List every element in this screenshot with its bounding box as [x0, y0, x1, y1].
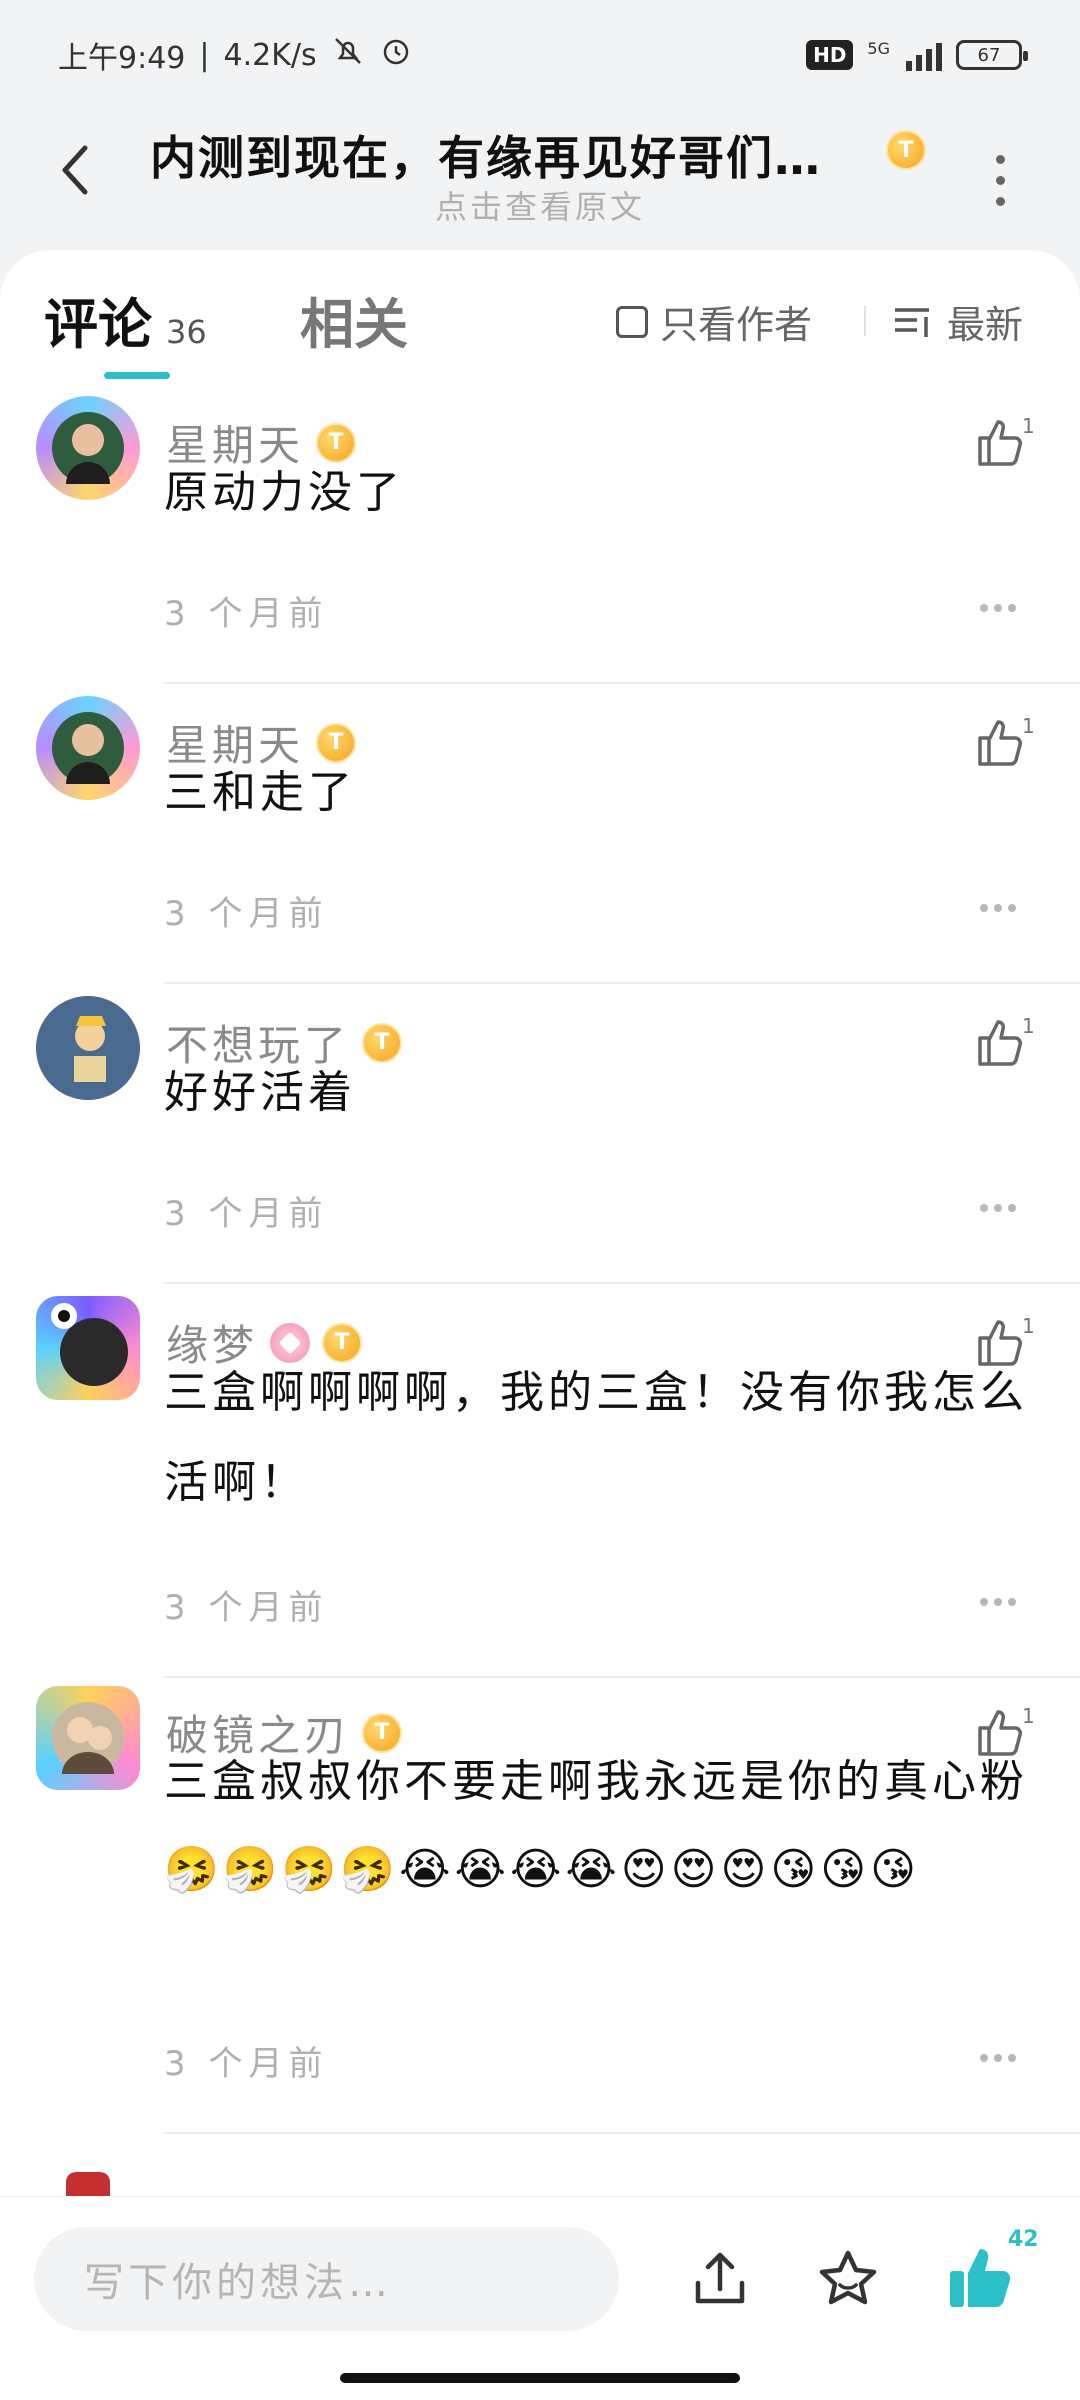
- comment-more-button[interactable]: [980, 1598, 1016, 1606]
- comment-like-count: 1: [1022, 1014, 1035, 1038]
- page-title: 内测到现在，有缘再见好哥们…: [150, 131, 822, 185]
- comment-card: 评论 36 相关 只看作者 最新 星期天 T 1 原动力没了 3 个月前 星期天…: [0, 250, 1080, 2200]
- net-speed: 4.2K/s: [223, 37, 317, 73]
- avatar[interactable]: [36, 996, 140, 1100]
- comment-time: 3 个月前: [164, 894, 329, 934]
- comment-item: 星期天 T 1 三和走了 3 个月前: [0, 696, 1080, 996]
- mute-icon: [331, 34, 365, 76]
- comment-more-button[interactable]: [980, 604, 1016, 612]
- header: 内测到现在，有缘再见好哥们… T 点击查看原文: [0, 110, 1080, 250]
- comment-like-count: 1: [1022, 414, 1035, 438]
- more-options-button[interactable]: [980, 150, 1020, 210]
- bottom-bar: 写下你的想法… 42: [0, 2196, 1080, 2400]
- sort-button[interactable]: 最新: [893, 294, 1023, 349]
- home-indicator[interactable]: [340, 2373, 740, 2383]
- comment-text: 原动力没了: [164, 467, 404, 518]
- comment-input[interactable]: 写下你的想法…: [34, 2227, 619, 2331]
- tab-comments[interactable]: 评论 36: [44, 280, 207, 359]
- avatar[interactable]: [36, 1686, 140, 1790]
- share-icon: [695, 2252, 745, 2304]
- share-button[interactable]: [688, 2247, 752, 2311]
- comment-divider: [164, 2132, 1080, 2134]
- battery-icon: 67: [956, 40, 1028, 70]
- tab-divider: [864, 306, 866, 336]
- author-only-checkbox[interactable]: [616, 305, 648, 338]
- tab-bar: 评论 36 相关 只看作者 最新: [0, 250, 1080, 380]
- comment-more-button[interactable]: [980, 904, 1016, 912]
- comment-time: 3 个月前: [164, 594, 329, 634]
- comment-item: 缘梦 T 1 三盒啊啊啊啊，我的三盒！没有你我怎么活啊！ 3 个月前: [0, 1296, 1080, 1686]
- author-badge-icon: T: [886, 130, 926, 170]
- comment-divider: [164, 682, 1080, 684]
- favorite-button[interactable]: [816, 2247, 880, 2311]
- avatar[interactable]: [36, 396, 140, 500]
- comment-like-count: 1: [1022, 1314, 1035, 1338]
- avatar[interactable]: [36, 1296, 140, 1400]
- comment-item: 星期天 T 1 原动力没了 3 个月前: [0, 396, 1080, 696]
- comment-time: 3 个月前: [164, 1588, 329, 1628]
- comment-text: 三和走了: [164, 767, 356, 818]
- comment-text: 好好活着: [164, 1067, 356, 1118]
- thumbs-up-icon: [950, 2249, 1011, 2307]
- comment-divider: [164, 1676, 1080, 1678]
- sort-icon: [895, 307, 929, 337]
- tab-indicator: [104, 372, 170, 379]
- comment-text: 三盒叔叔你不要走啊我永远是你的真心粉🤧🤧🤧🤧😭😭😭😭😍😍😍😘😘😘: [164, 1756, 1028, 1895]
- comment-divider: [164, 982, 1080, 984]
- network-type: 5G: [867, 39, 890, 58]
- comment-more-button[interactable]: [980, 1204, 1016, 1212]
- post-like-count: 42: [1008, 2227, 1039, 2252]
- comment-time: 3 个月前: [164, 1194, 329, 1234]
- view-original-link[interactable]: 点击查看原文: [0, 182, 1080, 228]
- star-icon: [819, 2250, 877, 2305]
- comment-more-button[interactable]: [980, 2054, 1016, 2062]
- status-time: 上午9:49: [58, 41, 186, 76]
- author-only-toggle[interactable]: 只看作者: [616, 294, 812, 349]
- status-bar: 上午9:49 | 4.2K/s HD 5G 67: [0, 0, 1080, 110]
- comment-time: 3 个月前: [164, 2044, 329, 2084]
- comment-divider: [164, 1282, 1080, 1284]
- comment-item: 破镜之刃 T 1 三盒叔叔你不要走啊我永远是你的真心粉🤧🤧🤧🤧😭😭😭😭😍😍😍😘😘…: [0, 1686, 1080, 2176]
- alarm-icon: [379, 34, 413, 76]
- comment-like-count: 1: [1022, 714, 1035, 738]
- comment-item: 不想玩了 T 1 好好活着 3 个月前: [0, 996, 1080, 1296]
- tab-related[interactable]: 相关: [300, 280, 408, 359]
- tab-comments-count: 36: [166, 313, 207, 351]
- comment-text: 三盒啊啊啊啊，我的三盒！没有你我怎么活啊！: [164, 1367, 1028, 1508]
- avatar[interactable]: [36, 696, 140, 800]
- hd-badge: HD: [806, 40, 854, 70]
- status-separator: |: [199, 37, 210, 73]
- battery-level: 67: [977, 44, 1001, 66]
- post-like-button[interactable]: [944, 2241, 1016, 2313]
- comment-like-count: 1: [1022, 1704, 1035, 1728]
- tab-comments-label: 评论: [44, 293, 152, 356]
- sort-label: 最新: [947, 303, 1024, 347]
- signal-icon: [906, 39, 942, 71]
- author-only-label: 只看作者: [660, 303, 813, 347]
